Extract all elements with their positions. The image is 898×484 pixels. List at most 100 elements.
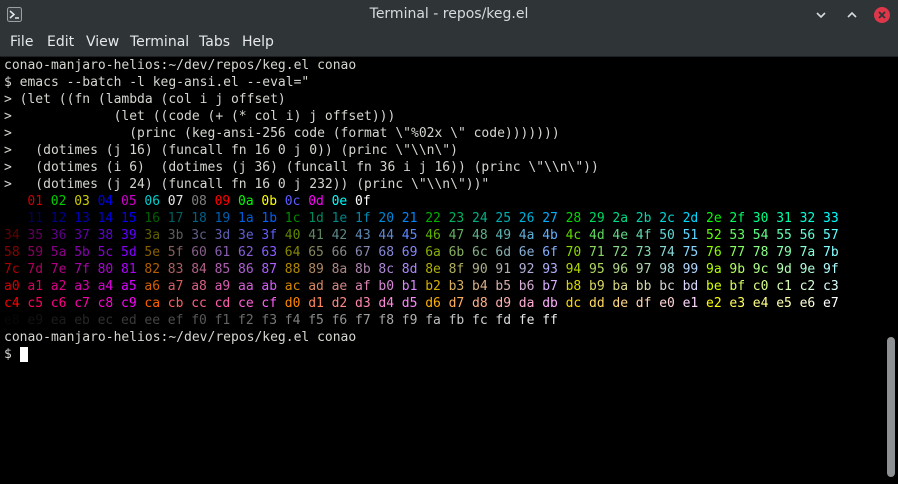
menu-help[interactable]: Help [242,34,274,50]
color-code-210: d2 [331,296,348,311]
color-code-52: 34 [4,228,20,243]
color-code-209: d1 [308,296,324,311]
color-code-186: ba [612,279,629,294]
color-code-205: cd [214,296,231,311]
color-code-245: f5 [308,313,324,328]
color-code-158: 9e [799,262,816,277]
color-code-101: 65 [308,245,324,260]
color-code-128: 80 [97,262,114,277]
color-code-138: 8a [331,262,348,277]
color-code-216: d8 [472,296,488,311]
color-code-253: fd [495,313,512,328]
color-code-132: 84 [191,262,207,277]
color-code-71: 47 [448,228,465,243]
color-code-100: 64 [284,245,301,260]
color-code-53: 35 [27,228,44,243]
color-code-233: e9 [27,313,44,328]
color-code-177: b1 [401,279,418,294]
color-code-12: 0c [284,194,301,209]
color-code-113: 71 [589,245,605,260]
color-code-133: 85 [214,262,231,277]
color-code-40: 28 [565,211,582,226]
menu-terminal[interactable]: Terminal [130,34,189,50]
color-code-19: 13 [74,211,90,226]
color-code-217: d9 [495,296,512,311]
color-code-238: ee [144,313,161,328]
color-code-38: 26 [518,211,535,226]
color-code-70: 46 [425,228,441,243]
color-code-184: b8 [565,279,582,294]
color-code-246: f6 [331,313,348,328]
color-code-13: 0d [308,194,324,209]
color-code-136: 88 [284,262,301,277]
color-code-106: 6a [425,245,441,260]
color-code-9: 09 [214,194,231,209]
color-code-244: f4 [284,313,301,328]
color-code-73: 49 [495,228,512,243]
menu-tabs[interactable]: Tabs [199,34,230,50]
color-code-5: 05 [121,194,137,209]
color-code-124: 7c [4,262,20,277]
color-code-51: 33 [823,211,839,226]
color-code-104: 68 [378,245,395,260]
color-code-32: 20 [378,211,395,226]
menu-view[interactable]: View [86,34,119,50]
color-code-196: c4 [4,296,20,311]
terminal-line: $ emacs --batch -l keg-ansi.el --eval=" [4,75,310,90]
color-code-117: 75 [682,245,699,260]
color-code-195: c3 [823,279,839,294]
minimize-icon[interactable] [812,6,830,24]
color-code-76: 4c [565,228,582,243]
color-code-60: 3c [191,228,207,243]
color-code-145: 91 [495,262,512,277]
color-code-141: 8d [401,262,418,277]
menu-file[interactable]: File [10,34,33,50]
title-bar: Terminal - repos/keg.el [0,0,898,30]
scrollbar-thumb[interactable] [887,337,895,477]
color-code-121: 79 [776,245,792,260]
color-code-200: c8 [97,296,114,311]
color-code-97: 61 [214,245,231,260]
color-code-223: df [635,296,652,311]
color-code-23: 17 [167,211,184,226]
color-code-116: 74 [659,245,675,260]
color-code-42: 2a [612,211,629,226]
terminal-line: > (dotimes (j 24) (funcall fn 16 0 j 232… [4,177,490,192]
color-code-119: 77 [729,245,746,260]
color-code-178: b2 [425,279,441,294]
color-code-31: 1f [355,211,371,226]
maximize-icon[interactable] [843,6,861,24]
color-code-14: 0e [331,194,348,209]
color-code-211: d3 [355,296,371,311]
color-code-159: 9f [823,262,839,277]
color-code-78: 4e [612,228,629,243]
color-code-110: 6e [518,245,535,260]
color-code-45: 2d [682,211,699,226]
close-icon[interactable] [873,6,891,24]
color-code-29: 1d [308,211,324,226]
color-code-109: 6d [495,245,512,260]
color-code-26: 1a [238,211,254,226]
color-code-11: 0b [261,194,278,209]
color-code-44: 2c [659,211,675,226]
color-code-57: 39 [121,228,137,243]
color-code-64: 40 [284,228,301,243]
color-code-237: ed [121,313,137,328]
color-code-190: be [706,279,722,294]
color-code-215: d7 [448,296,465,311]
color-code-131: 83 [167,262,184,277]
menu-edit[interactable]: Edit [47,34,74,50]
color-code-188: bc [659,279,675,294]
color-code-135: 87 [261,262,278,277]
color-code-75: 4b [542,228,558,243]
color-code-77: 4d [589,228,605,243]
color-code-203: cb [167,296,184,311]
color-code-129: 81 [121,262,137,277]
color-code-81: 51 [682,228,699,243]
terminal-output[interactable]: conao-manjaro-helios:~/dev/repos/keg.el … [0,57,884,484]
color-code-118: 76 [706,245,722,260]
color-code-220: dc [565,296,582,311]
scrollbar[interactable] [884,57,898,484]
color-code-227: e3 [729,296,746,311]
color-code-93: 5d [121,245,137,260]
